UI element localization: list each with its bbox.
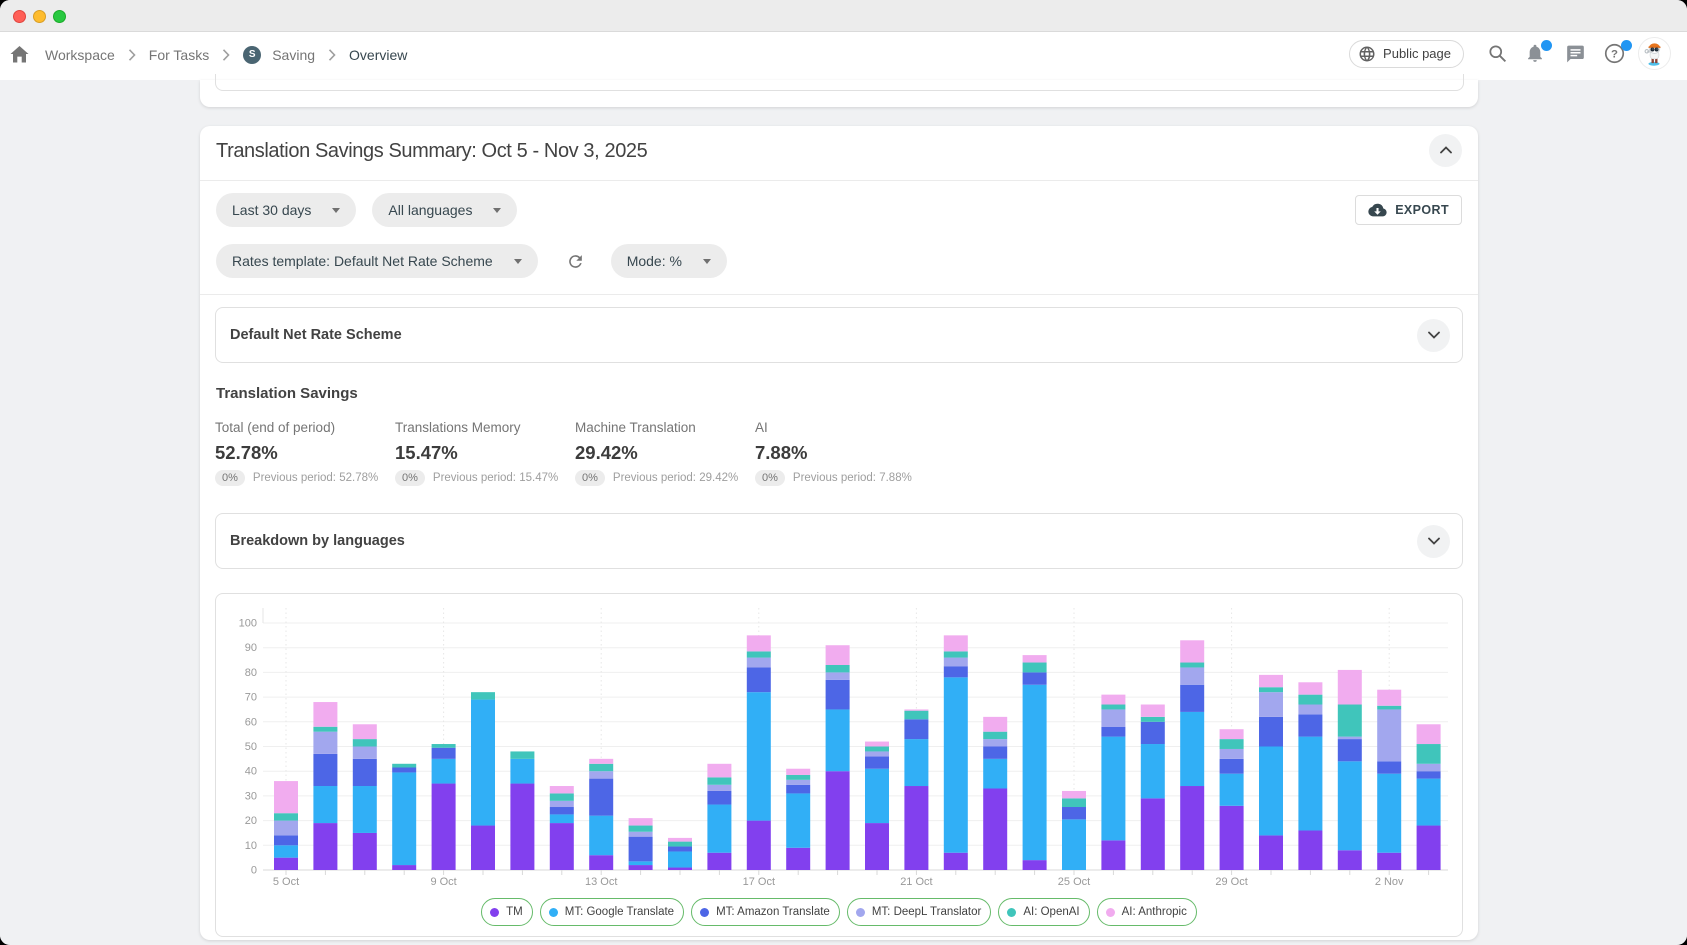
- svg-text:10: 10: [245, 840, 257, 852]
- svg-text:17 Oct: 17 Oct: [743, 876, 775, 888]
- svg-text:?: ?: [1611, 48, 1618, 60]
- svg-text:2 Nov: 2 Nov: [1375, 876, 1404, 888]
- svg-text:40: 40: [245, 766, 257, 778]
- svg-text:0: 0: [251, 865, 257, 877]
- svg-text:29 Oct: 29 Oct: [1215, 876, 1247, 888]
- svg-text:80: 80: [245, 667, 257, 679]
- svg-text:9 Oct: 9 Oct: [430, 876, 456, 888]
- svg-text:25 Oct: 25 Oct: [1058, 876, 1090, 888]
- svg-text:30: 30: [245, 790, 257, 802]
- svg-text:13 Oct: 13 Oct: [585, 876, 617, 888]
- svg-text:5 Oct: 5 Oct: [273, 876, 299, 888]
- svg-text:70: 70: [245, 692, 257, 704]
- svg-text:100: 100: [239, 618, 257, 630]
- svg-text:21 Oct: 21 Oct: [900, 876, 932, 888]
- svg-text:20: 20: [245, 815, 257, 827]
- svg-text:90: 90: [245, 642, 257, 654]
- svg-text:60: 60: [245, 716, 257, 728]
- svg-text:50: 50: [245, 741, 257, 753]
